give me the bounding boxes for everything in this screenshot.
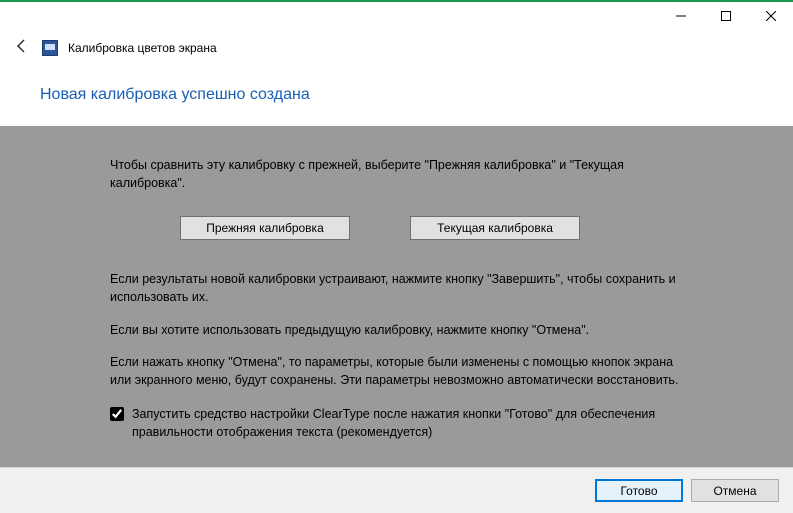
footer: Готово Отмена	[0, 467, 793, 513]
titlebar	[0, 2, 793, 32]
maximize-button[interactable]	[703, 2, 748, 30]
cleartype-checkbox-row: Запустить средство настройки ClearType п…	[110, 405, 690, 441]
previous-calibration-button[interactable]: Прежняя калибровка	[180, 216, 350, 240]
window: Калибровка цветов экрана Новая калибровк…	[0, 0, 793, 513]
app-icon	[42, 40, 58, 56]
minimize-button[interactable]	[658, 2, 703, 30]
header: Калибровка цветов экрана	[0, 32, 793, 64]
current-calibration-button[interactable]: Текущая калибровка	[410, 216, 580, 240]
instruction-compare: Чтобы сравнить эту калибровку с прежней,…	[110, 156, 690, 192]
cleartype-checkbox-label[interactable]: Запустить средство настройки ClearType п…	[132, 405, 690, 441]
finish-button[interactable]: Готово	[595, 479, 683, 502]
instruction-cancel-note: Если нажать кнопку "Отмена", то параметр…	[110, 353, 690, 389]
close-button[interactable]	[748, 2, 793, 30]
back-button[interactable]	[12, 38, 32, 59]
instruction-finish: Если результаты новой калибровки устраив…	[110, 270, 690, 306]
window-title: Калибровка цветов экрана	[68, 41, 217, 55]
cleartype-checkbox[interactable]	[110, 407, 124, 421]
cancel-button[interactable]: Отмена	[691, 479, 779, 502]
instruction-cancel: Если вы хотите использовать предыдущую к…	[110, 321, 690, 339]
content-panel: Чтобы сравнить эту калибровку с прежней,…	[0, 126, 793, 467]
page-heading: Новая калибровка успешно создана	[40, 86, 793, 104]
calibration-button-row: Прежняя калибровка Текущая калибровка	[180, 216, 753, 240]
heading-area: Новая калибровка успешно создана	[0, 64, 793, 126]
